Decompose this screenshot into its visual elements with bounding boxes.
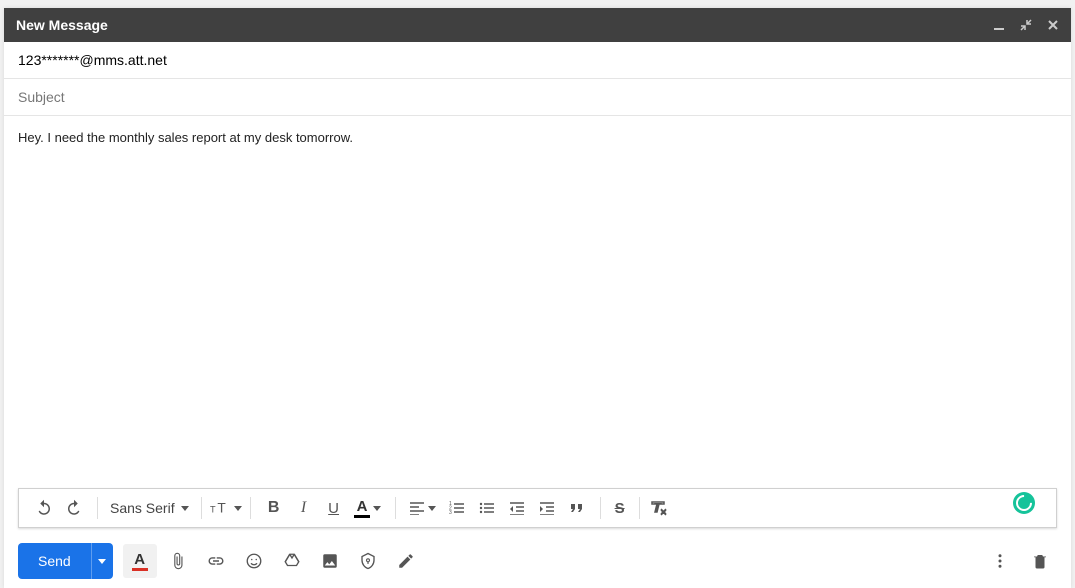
grammarly-icon[interactable] <box>1013 492 1035 514</box>
redo-icon[interactable] <box>59 493 89 523</box>
confidential-mode-icon[interactable] <box>351 544 385 578</box>
subject-row[interactable] <box>4 79 1071 116</box>
svg-text:T: T <box>210 505 216 515</box>
more-options-icon[interactable] <box>983 544 1017 578</box>
insert-signature-icon[interactable] <box>389 544 423 578</box>
chevron-down-icon <box>428 506 436 511</box>
recipients-input[interactable] <box>18 52 1057 68</box>
message-body[interactable]: Hey. I need the monthly sales report at … <box>4 116 1071 488</box>
send-options-button[interactable] <box>91 543 113 579</box>
attach-file-icon[interactable] <box>161 544 195 578</box>
insert-photo-icon[interactable] <box>313 544 347 578</box>
svg-text:T: T <box>653 500 662 515</box>
close-icon[interactable] <box>1047 19 1059 31</box>
underline-button[interactable]: U <box>319 493 349 523</box>
numbered-list-button[interactable]: 123 <box>442 493 472 523</box>
svg-text:3: 3 <box>449 510 452 515</box>
minimize-icon[interactable] <box>993 19 1005 31</box>
recipients-row[interactable] <box>4 42 1071 79</box>
chevron-down-icon <box>373 506 381 511</box>
compose-window: New Message Hey. I need the monthly sale… <box>4 8 1071 588</box>
bulleted-list-button[interactable] <box>472 493 502 523</box>
svg-text:T: T <box>217 501 226 516</box>
indent-more-button[interactable] <box>532 493 562 523</box>
formatting-options-button[interactable]: A <box>123 544 157 578</box>
italic-button[interactable]: I <box>289 493 319 523</box>
bottom-toolbar: Send A <box>4 534 1071 588</box>
text-color-button[interactable]: A <box>349 493 387 523</box>
undo-icon[interactable] <box>29 493 59 523</box>
window-titlebar: New Message <box>4 8 1071 42</box>
bold-button[interactable]: B <box>259 493 289 523</box>
discard-draft-icon[interactable] <box>1023 544 1057 578</box>
indent-less-button[interactable] <box>502 493 532 523</box>
insert-link-icon[interactable] <box>199 544 233 578</box>
window-title: New Message <box>16 17 993 33</box>
font-size-button[interactable]: TT <box>206 493 246 523</box>
send-button[interactable]: Send <box>18 543 91 579</box>
chevron-down-icon <box>234 506 242 511</box>
body-text: Hey. I need the monthly sales report at … <box>18 130 353 145</box>
font-family-select[interactable]: Sans Serif <box>102 500 197 516</box>
font-family-label: Sans Serif <box>110 500 175 516</box>
fullscreen-exit-icon[interactable] <box>1019 18 1033 32</box>
insert-emoji-icon[interactable] <box>237 544 271 578</box>
chevron-down-icon <box>181 506 189 511</box>
window-controls <box>993 18 1059 32</box>
remove-formatting-button[interactable]: T <box>644 493 674 523</box>
align-button[interactable] <box>404 493 442 523</box>
format-toolbar: Sans Serif TT B I U A 123 <box>18 488 1057 528</box>
strikethrough-button[interactable]: S <box>605 493 635 523</box>
send-button-group: Send <box>18 543 113 579</box>
chevron-down-icon <box>98 559 106 564</box>
insert-drive-icon[interactable] <box>275 544 309 578</box>
subject-input[interactable] <box>18 89 1057 105</box>
quote-button[interactable] <box>562 493 592 523</box>
